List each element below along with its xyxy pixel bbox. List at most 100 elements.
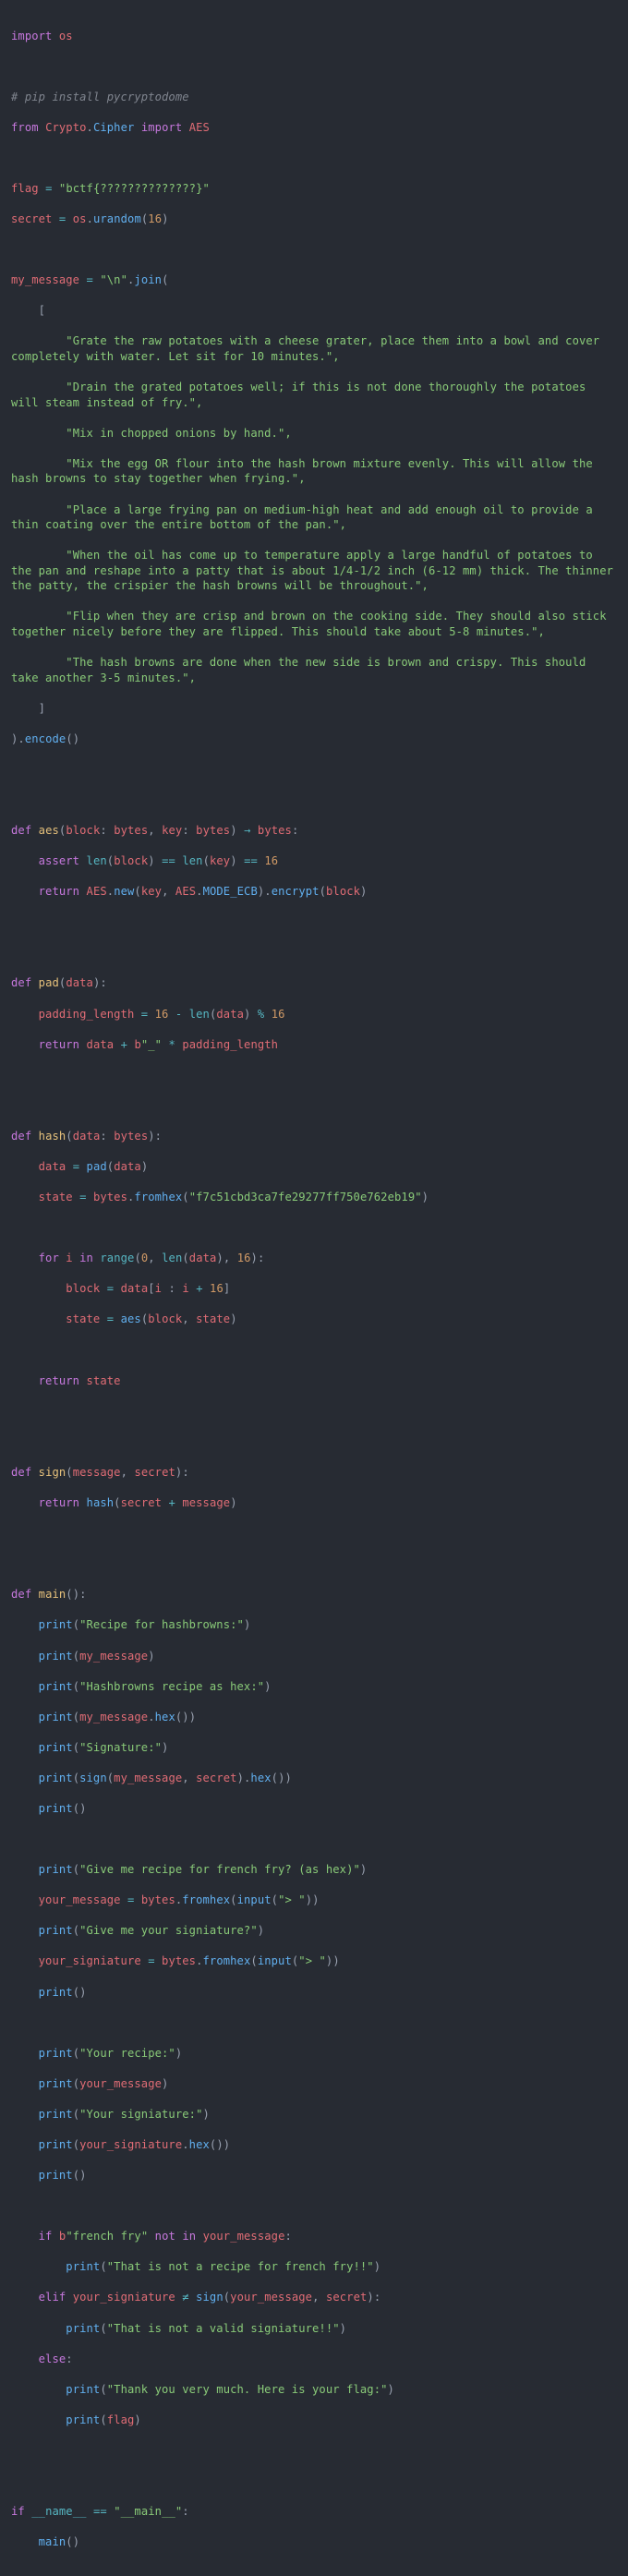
arg-my-message: my_message	[114, 1771, 183, 1784]
paren-close: )	[148, 1649, 155, 1663]
type-bytes: bytes	[114, 823, 149, 837]
colon: :	[373, 2291, 381, 2304]
builtin-print: print	[38, 1740, 73, 1754]
code-line-print: print("Hashbrowns recipe as hex:")	[11, 1679, 617, 1695]
message-thanks: "Thank you very much. Here is your flag:…	[106, 2382, 388, 2396]
paren-open: (	[72, 1771, 80, 1784]
paren-close: )	[387, 2382, 394, 2396]
number-16: 16	[154, 1007, 169, 1021]
comma: ,	[120, 1465, 128, 1479]
paren-open: (	[66, 1129, 73, 1143]
paren-close: )	[162, 212, 169, 226]
paren-open: (	[72, 1618, 80, 1632]
recipe-step-text: "Grate the raw potatoes with a cheese gr…	[11, 334, 607, 364]
comment-pip-install: # pip install pycryptodome	[11, 90, 189, 103]
builtin-print: print	[38, 1771, 73, 1784]
paren-close: )	[175, 2046, 183, 2060]
variable-flag: flag	[11, 182, 39, 196]
code-line-ask-recipe: print("Give me recipe for french fry? (a…	[11, 1862, 617, 1878]
type-bytes: bytes	[196, 823, 231, 837]
paren-open: (	[72, 2076, 80, 2090]
operator-assign: =	[86, 273, 93, 287]
code-line-def-sign: def sign(message, secret):	[11, 1465, 617, 1481]
builtin-print: print	[66, 2321, 101, 2335]
paren-open: (	[100, 2260, 107, 2274]
dot: .	[244, 1771, 251, 1784]
paren-close: )	[367, 2291, 374, 2304]
code-line-hash-pad: data = pad(data)	[11, 1159, 617, 1175]
paren-close: )	[305, 1893, 313, 1907]
call-hash: hash	[86, 1496, 115, 1510]
arg-secret: secret	[196, 1771, 237, 1784]
paren-close: )	[148, 854, 155, 868]
package-crypto: Crypto	[45, 120, 87, 134]
code-line-print: print(my_message.hex())	[11, 1710, 617, 1725]
dot: .	[182, 2138, 189, 2152]
operator-equals: ==	[162, 854, 175, 868]
code-line-else: else:	[11, 2352, 617, 2367]
dot: .	[196, 885, 203, 899]
code-line-def-aes: def aes(block: bytes, key: bytes) → byte…	[11, 823, 617, 839]
input-prompt: "> "	[278, 1893, 306, 1907]
code-line-print: print("Your recipe:")	[11, 2046, 617, 2062]
arg-secret: secret	[325, 2291, 368, 2304]
code-line-secret: secret = os.urandom(16)	[11, 212, 617, 227]
module-os: os	[58, 29, 73, 42]
call-fromhex: fromhex	[134, 1191, 183, 1204]
paren-close: )	[264, 1679, 272, 1693]
bytes-prefix: b	[134, 1037, 141, 1051]
function-name-aes: aes	[38, 823, 59, 837]
constant-mode-ecb: MODE_ECB	[202, 885, 258, 899]
code-line-hash-block: block = data[i : i + 16]	[11, 1281, 617, 1297]
paren-close: )	[284, 1771, 292, 1784]
prompt-give-signiature: "Give me your signiature?"	[79, 1924, 258, 1938]
operator-assign: =	[58, 212, 66, 226]
keyword-not: not	[154, 2230, 175, 2243]
parens: ()	[72, 1985, 87, 1999]
paren-open: (	[134, 1252, 141, 1265]
dot: .	[86, 212, 93, 226]
paren-open: (	[72, 2107, 80, 2121]
code-line-sign-return: return hash(secret + message)	[11, 1495, 617, 1511]
call-new: new	[114, 885, 135, 899]
code-line-print: print("Recipe for hashbrowns:")	[11, 1617, 617, 1633]
code-editor-view[interactable]: import os # pip install pycryptodome fro…	[0, 0, 628, 2576]
builtin-print: print	[38, 2076, 73, 2090]
builtin-print: print	[66, 2382, 101, 2396]
code-line-encode: ).encode()	[11, 732, 617, 747]
arg-secret: secret	[120, 1496, 163, 1510]
builtin-print: print	[38, 1863, 73, 1877]
arg-data: data	[188, 1252, 217, 1265]
arg-key: key	[209, 854, 231, 868]
param-data: data	[66, 976, 93, 990]
variable-padding-length: padding_length	[38, 1007, 135, 1021]
operator-assign: =	[72, 1160, 80, 1174]
keyword-else: else	[38, 2352, 66, 2365]
colon: :	[100, 1129, 107, 1143]
paren-open: (	[100, 2382, 107, 2396]
keyword-return: return	[38, 1496, 80, 1510]
bracket-close: ]	[223, 1282, 231, 1296]
paren-close: )	[325, 1954, 333, 1968]
builtin-print: print	[38, 1710, 73, 1723]
submodule-cipher: Cipher	[92, 120, 135, 134]
print-arg: "Recipe for hashbrowns:"	[79, 1618, 244, 1632]
keyword-import: import	[140, 120, 183, 134]
builtin-print: print	[38, 1679, 73, 1693]
parens: ()	[72, 2169, 87, 2183]
operator-plus: +	[196, 1282, 203, 1296]
variable-data: data	[86, 1037, 115, 1051]
paren-open: (	[182, 1252, 189, 1265]
paren-close: )	[140, 1160, 149, 1174]
code-line-import-os: import os	[11, 29, 617, 44]
code-line-my-message: my_message = "\n".join(	[11, 272, 617, 288]
variable-data: data	[38, 1160, 66, 1174]
code-line-list-close: ]	[11, 701, 617, 717]
dot: .	[148, 1710, 155, 1723]
